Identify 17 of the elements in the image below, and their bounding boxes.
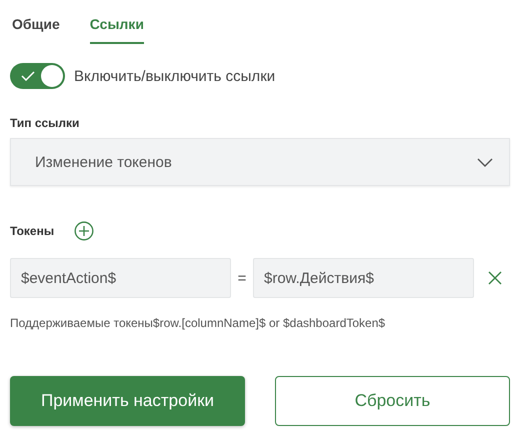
section-label: Токены xyxy=(10,224,54,238)
check-icon xyxy=(21,71,35,81)
tab[interactable]: Ссылки xyxy=(90,12,144,44)
chevron-down-icon xyxy=(477,158,493,166)
apply-button[interactable]: Применить настройки xyxy=(10,376,245,426)
hint-text: Поддерживаемые токены$row.[columnName]$ or $dashboardToken$ xyxy=(10,316,386,330)
toggle-switch[interactable] xyxy=(10,63,65,89)
token-value-field[interactable]: $row.Действия$ xyxy=(253,258,474,298)
add-icon[interactable] xyxy=(74,221,94,241)
remove-icon[interactable] xyxy=(488,271,502,285)
reset-button[interactable]: Сбросить xyxy=(275,376,510,426)
tab[interactable]: Общие xyxy=(12,12,60,44)
field-label: Тип ссылки xyxy=(10,116,80,130)
equals-sign: = xyxy=(236,270,248,286)
toggle-label: Включить/выключить ссылки xyxy=(74,68,276,84)
link-type-dropdown[interactable]: Изменение токенов xyxy=(10,138,510,186)
token-key-field[interactable]: $eventAction$ xyxy=(10,258,231,298)
